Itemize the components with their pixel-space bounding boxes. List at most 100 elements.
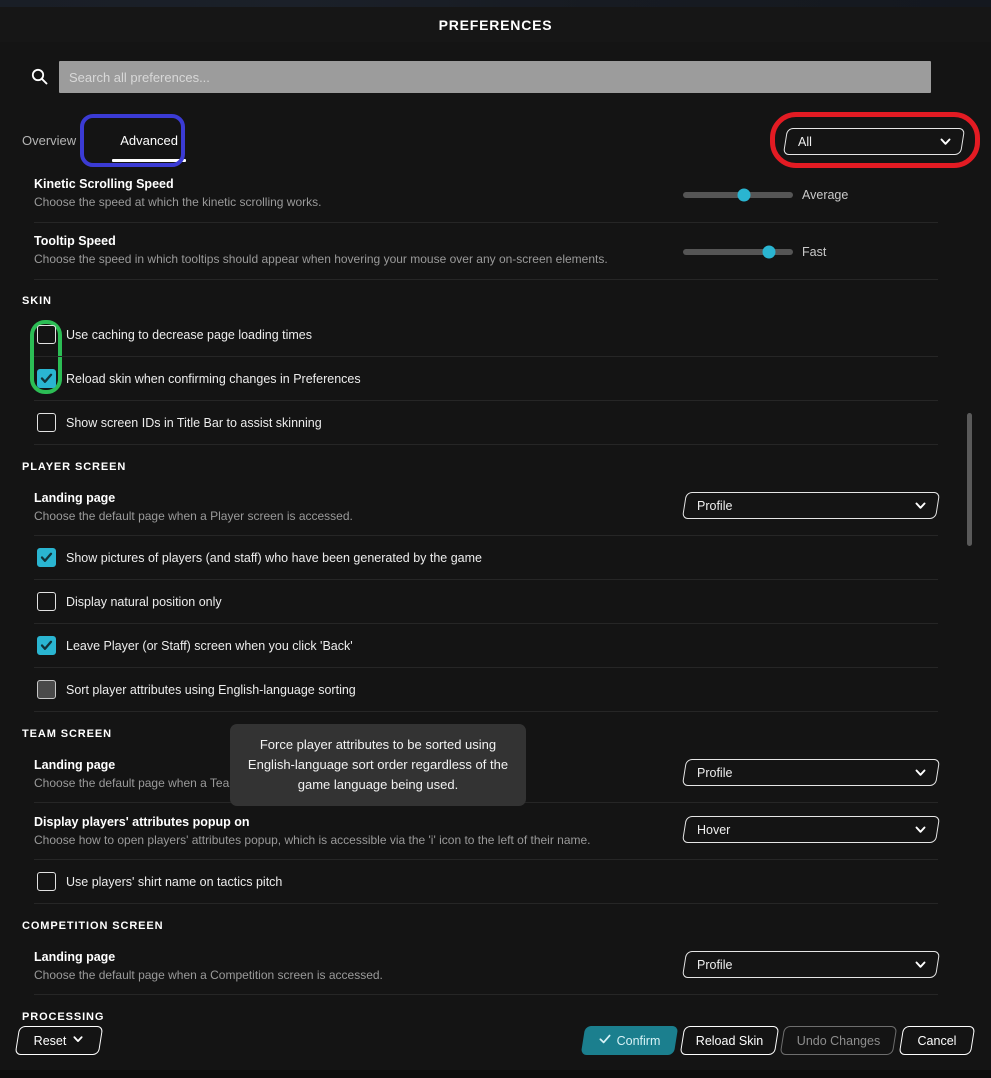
- section-heading-player-screen: PLAYER SCREEN: [22, 461, 127, 473]
- filter-dropdown[interactable]: All: [782, 128, 966, 155]
- tooltip: Force player attributes to be sorted usi…: [230, 724, 526, 806]
- undo-changes-button[interactable]: Undo Changes: [779, 1026, 898, 1055]
- setting-tooltip-speed: Tooltip Speed Choose the speed in which …: [34, 233, 608, 267]
- preferences-screen: PREFERENCES Overview Advanced All: [0, 0, 991, 1078]
- setting-desc: Choose the default page when a Competiti…: [34, 968, 383, 982]
- checkbox-show-screen-ids[interactable]: [37, 413, 56, 432]
- setting-desc: Choose the default page when a Player sc…: [34, 509, 353, 523]
- attributes-popup-dropdown[interactable]: Hover: [681, 816, 941, 843]
- tooltip-speed-slider[interactable]: Fast: [683, 245, 826, 259]
- checkbox-row-sort-english[interactable]: Sort player attributes using English-lan…: [37, 680, 356, 699]
- kinetic-scrolling-speed-value: Average: [802, 188, 849, 202]
- chevron-down-icon: [914, 823, 927, 836]
- slider-track[interactable]: [683, 188, 793, 202]
- checkbox-sort-english[interactable]: [37, 680, 56, 699]
- reload-skin-button-label: Reload Skin: [695, 1033, 764, 1048]
- checkbox-row-leave-player-screen[interactable]: Leave Player (or Staff) screen when you …: [37, 636, 353, 655]
- undo-changes-button-label: Undo Changes: [796, 1033, 881, 1048]
- dropdown-value: Hover: [697, 822, 731, 837]
- reset-button[interactable]: Reset: [14, 1026, 104, 1055]
- setting-competition-landing-page: Landing page Choose the default page whe…: [34, 949, 383, 983]
- checkbox-row-show-screen-ids[interactable]: Show screen IDs in Title Bar to assist s…: [37, 413, 322, 432]
- divider: [34, 711, 938, 712]
- tab-bar: Overview Advanced: [22, 130, 200, 162]
- checkbox-label: Use caching to decrease page loading tim…: [66, 327, 312, 342]
- checkbox-show-pictures[interactable]: [37, 548, 56, 567]
- divider: [34, 859, 938, 860]
- chevron-down-icon: [914, 499, 927, 512]
- reload-skin-button[interactable]: Reload Skin: [679, 1026, 780, 1055]
- setting-player-landing-page: Landing page Choose the default page whe…: [34, 490, 353, 524]
- divider: [34, 279, 938, 280]
- tab-advanced-label: Advanced: [120, 133, 179, 148]
- slider-thumb[interactable]: [737, 188, 750, 202]
- setting-desc: Choose how to open players' attributes p…: [34, 833, 591, 847]
- checkbox-use-caching[interactable]: [37, 325, 56, 344]
- checkbox-label: Leave Player (or Staff) screen when you …: [66, 638, 353, 653]
- divider: [34, 994, 938, 995]
- bottom-edge: [0, 1070, 991, 1078]
- checkbox-row-use-caching[interactable]: Use caching to decrease page loading tim…: [37, 325, 312, 344]
- cancel-button-label: Cancel: [917, 1033, 957, 1048]
- divider: [34, 667, 938, 668]
- dropdown-value: Profile: [697, 765, 733, 780]
- dropdown-value: Profile: [697, 957, 733, 972]
- window-chrome-strip: [0, 0, 991, 7]
- section-heading-competition-screen: COMPETITION SCREEN: [22, 920, 164, 932]
- slider-track[interactable]: [683, 245, 793, 259]
- title-bar: PREFERENCES: [0, 7, 991, 42]
- confirm-button-label: Confirm: [616, 1033, 661, 1048]
- filter-dropdown-value: All: [798, 134, 812, 149]
- cancel-button[interactable]: Cancel: [898, 1026, 976, 1055]
- checkbox-label: Show screen IDs in Title Bar to assist s…: [66, 415, 322, 430]
- reset-button-label: Reset: [33, 1033, 67, 1048]
- checkbox-leave-player-screen[interactable]: [37, 636, 56, 655]
- tab-overview[interactable]: Overview: [22, 130, 92, 152]
- setting-name: Landing page: [34, 950, 116, 964]
- chevron-down-icon: [939, 135, 952, 148]
- checkbox-label: Sort player attributes using English-lan…: [66, 682, 356, 697]
- chevron-down-icon: [914, 958, 927, 971]
- confirm-button[interactable]: Confirm: [580, 1026, 679, 1055]
- setting-desc: Choose the speed at which the kinetic sc…: [34, 195, 322, 209]
- divider: [34, 903, 938, 904]
- checkbox-shirt-name[interactable]: [37, 872, 56, 891]
- checkbox-row-reload-skin[interactable]: Reload skin when confirming changes in P…: [37, 369, 361, 388]
- divider: [34, 400, 938, 401]
- setting-kinetic-scrolling-speed: Kinetic Scrolling Speed Choose the speed…: [34, 176, 321, 210]
- check-icon: [599, 1033, 611, 1048]
- checkbox-label: Show pictures of players (and staff) who…: [66, 550, 482, 565]
- search-icon: [28, 64, 50, 88]
- setting-desc: Choose the speed in which tooltips shoul…: [34, 252, 608, 266]
- scrollbar-thumb[interactable]: [967, 413, 972, 546]
- search-input[interactable]: [59, 61, 931, 93]
- divider: [34, 444, 938, 445]
- setting-name: Kinetic Scrolling Speed: [34, 177, 174, 191]
- setting-name: Display players' attributes popup on: [34, 815, 250, 829]
- checkbox-label: Reload skin when confirming changes in P…: [66, 371, 361, 386]
- competition-landing-page-dropdown[interactable]: Profile: [681, 951, 941, 978]
- section-heading-skin: SKIN: [22, 295, 52, 307]
- dropdown-value: Profile: [697, 498, 733, 513]
- section-heading-team-screen: TEAM SCREEN: [22, 728, 112, 740]
- tooltip-speed-value: Fast: [802, 245, 827, 259]
- page-title: PREFERENCES: [438, 16, 553, 33]
- slider-thumb[interactable]: [762, 245, 776, 259]
- checkbox-natural-position[interactable]: [37, 592, 56, 611]
- kinetic-scrolling-speed-slider[interactable]: Average: [683, 188, 848, 202]
- divider: [34, 535, 938, 536]
- divider: [34, 356, 938, 357]
- tab-advanced[interactable]: Advanced: [98, 130, 200, 162]
- checkbox-row-show-pictures[interactable]: Show pictures of players (and staff) who…: [37, 548, 482, 567]
- player-landing-page-dropdown[interactable]: Profile: [681, 492, 941, 519]
- chevron-down-icon: [914, 766, 927, 779]
- team-landing-page-dropdown[interactable]: Profile: [681, 759, 941, 786]
- checkbox-reload-skin[interactable]: [37, 369, 56, 388]
- checkbox-label: Use players' shirt name on tactics pitch: [66, 874, 283, 889]
- setting-name: Landing page: [34, 491, 116, 505]
- checkbox-row-shirt-name[interactable]: Use players' shirt name on tactics pitch: [37, 872, 282, 891]
- setting-attributes-popup: Display players' attributes popup on Cho…: [34, 814, 591, 848]
- checkbox-label: Display natural position only: [66, 594, 222, 609]
- checkbox-row-natural-position[interactable]: Display natural position only: [37, 592, 222, 611]
- chevron-down-icon: [72, 1033, 84, 1048]
